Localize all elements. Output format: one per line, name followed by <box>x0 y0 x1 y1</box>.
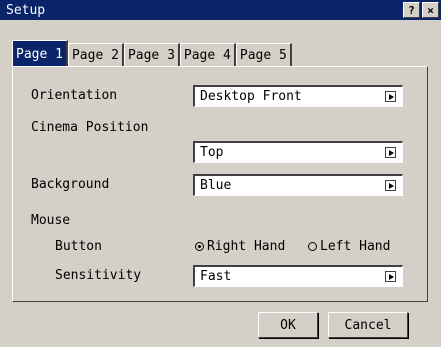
help-button[interactable]: ? <box>403 2 420 18</box>
radio-unselected-icon <box>308 242 317 251</box>
cinema-position-label: Cinema Position <box>31 120 149 135</box>
tab-page-5[interactable]: Page 5 <box>235 43 292 66</box>
tab-page-4[interactable]: Page 4 <box>179 43 236 66</box>
orientation-value: Desktop Front <box>200 89 302 104</box>
background-label: Background <box>31 177 110 192</box>
orientation-select[interactable]: Desktop Front <box>193 85 403 107</box>
mouse-label: Mouse <box>31 213 71 228</box>
dropdown-arrow-icon <box>385 91 396 102</box>
ok-button[interactable]: OK <box>258 312 318 338</box>
tab-page-3[interactable]: Page 3 <box>123 43 180 66</box>
title-bar: Setup ? × <box>0 0 441 20</box>
background-select[interactable]: Blue <box>193 174 403 196</box>
cancel-button[interactable]: Cancel <box>328 312 408 338</box>
orientation-label: Orientation <box>31 88 118 103</box>
sensitivity-value: Fast <box>200 269 232 284</box>
left-hand-radio[interactable]: Left Hand <box>308 239 390 254</box>
window-title: Setup <box>6 2 46 18</box>
dropdown-arrow-icon <box>385 180 396 191</box>
tab-strip: Page 1 Page 2 Page 3 Page 4 Page 5 <box>12 40 292 67</box>
close-button[interactable]: × <box>422 2 439 18</box>
right-hand-radio[interactable]: Right Hand <box>195 239 285 254</box>
dropdown-arrow-icon <box>385 147 396 158</box>
settings-panel: Orientation Desktop Front Cinema Positio… <box>12 66 428 302</box>
dropdown-arrow-icon <box>385 271 396 282</box>
cinema-position-select[interactable]: Top <box>193 141 403 163</box>
left-hand-label: Left Hand <box>320 239 391 254</box>
cinema-position-value: Top <box>200 145 224 160</box>
sensitivity-select[interactable]: Fast <box>193 265 403 287</box>
tab-page-1[interactable]: Page 1 <box>12 40 68 67</box>
mouse-button-label: Button <box>55 239 102 254</box>
radio-selected-icon <box>195 242 204 251</box>
background-value: Blue <box>200 178 232 193</box>
tab-page-2[interactable]: Page 2 <box>67 43 124 66</box>
sensitivity-label: Sensitivity <box>55 268 142 283</box>
right-hand-label: Right Hand <box>207 239 286 254</box>
